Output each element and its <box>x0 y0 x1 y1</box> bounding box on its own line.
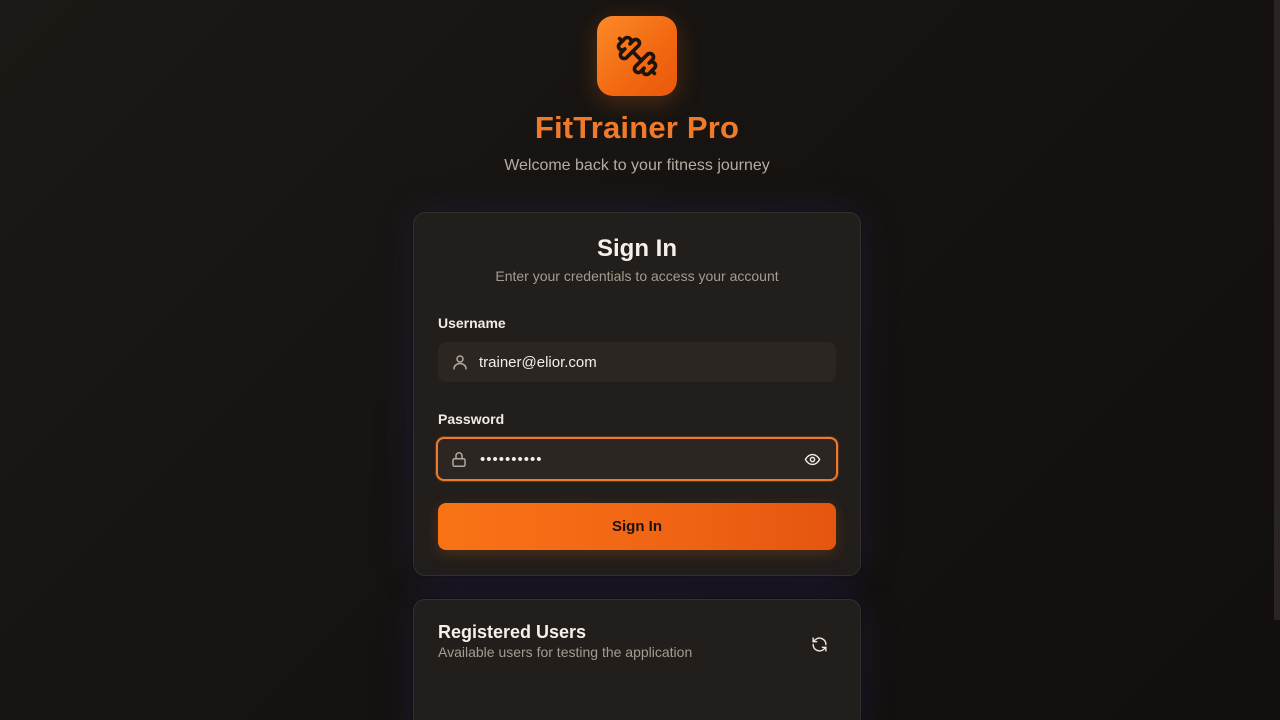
password-input[interactable] <box>478 439 796 479</box>
signin-subtitle: Enter your credentials to access your ac… <box>495 268 779 284</box>
signin-card: Sign In Enter your credentials to access… <box>413 212 861 576</box>
brand-logo <box>597 16 677 96</box>
eye-icon[interactable] <box>802 449 822 469</box>
username-label: Username <box>438 315 506 331</box>
password-field-wrapper <box>436 437 838 481</box>
registered-users-subtitle: Available users for testing the applicat… <box>438 644 693 660</box>
username-field-wrapper <box>438 342 836 382</box>
signin-title: Sign In <box>597 235 677 262</box>
lock-icon <box>450 450 468 468</box>
user-icon <box>451 353 469 371</box>
page-scrollbar[interactable] <box>1274 0 1280 620</box>
app-tagline: Welcome back to your fitness journey <box>504 157 770 174</box>
password-label: Password <box>438 411 505 427</box>
app-name: FitTrainer Pro <box>534 110 740 145</box>
registered-users-card: Registered Users Available users for tes… <box>413 599 861 720</box>
signin-button[interactable]: Sign In <box>438 503 836 550</box>
dumbbell-icon <box>615 34 659 78</box>
registered-users-title: Registered Users <box>438 622 587 642</box>
refresh-icon[interactable] <box>808 633 830 655</box>
username-input[interactable] <box>477 343 795 381</box>
